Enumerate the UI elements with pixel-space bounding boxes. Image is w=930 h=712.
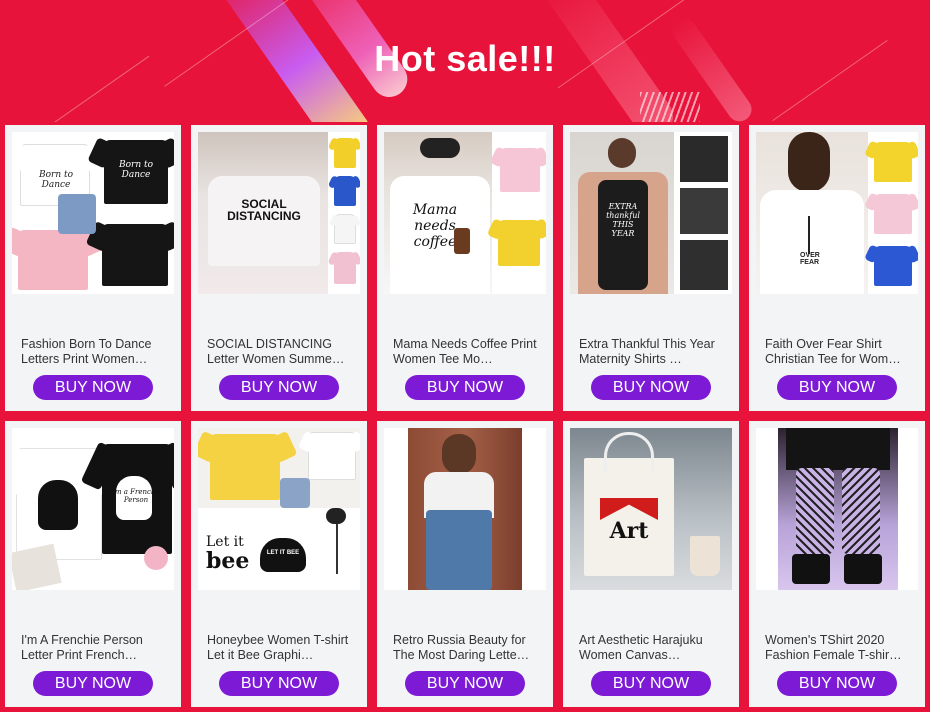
banner-title: Hot sale!!!	[374, 38, 556, 79]
product-image[interactable]: EXTRA thankful THIS YEAR	[570, 132, 732, 294]
tshirt-yellow	[874, 142, 912, 182]
bee-icon	[326, 508, 346, 524]
boot	[844, 554, 882, 584]
tshirt-print: Born to Dance	[38, 170, 74, 190]
buy-now-button[interactable]: BUY NOW	[591, 671, 711, 696]
product-image[interactable]: OVER FEAR	[756, 132, 918, 294]
tshirt-pink	[18, 230, 88, 290]
model-thumb	[680, 240, 728, 290]
product-card[interactable]: SOCIAL DISTANCING SOCIAL DISTANCING Lett…	[191, 125, 367, 411]
product-card[interactable]: EXTRA thankful THIS YEAR Extra Thankful …	[563, 125, 739, 411]
buy-now-button[interactable]: BUY NOW	[591, 375, 711, 400]
coffee-cup	[454, 228, 470, 254]
buy-now-button[interactable]: BUY NOW	[219, 671, 339, 696]
bee-print-text: LET IT BEE	[266, 550, 300, 556]
product-title[interactable]: Mama Needs Coffee Print Women Tee Mo…	[393, 337, 539, 367]
model-hair	[442, 434, 476, 474]
product-title[interactable]: Extra Thankful This Year Maternity Shirt…	[579, 337, 725, 367]
tshirt-print: I'm a Frenchie Person	[110, 488, 162, 504]
product-card[interactable]: I'm a Frenchie Person I'm A Frenchie Per…	[5, 421, 181, 707]
jeans	[58, 194, 96, 234]
bag-print: Art	[609, 518, 649, 544]
buy-now-button[interactable]: BUY NOW	[777, 671, 897, 696]
tshirt-white	[308, 432, 356, 480]
product-title[interactable]: Honeybee Women T-shirt Let it Bee Graphi…	[207, 633, 353, 663]
tshirt-pink	[500, 148, 540, 192]
hot-sale-banner: Hot sale!!!	[0, 0, 930, 122]
tshirt-blue	[874, 246, 912, 286]
product-title[interactable]: Women's TShirt 2020 Fashion Female T-shi…	[765, 633, 911, 663]
product-card[interactable]: OVER FEAR Faith Over Fear Shirt Christia…	[749, 125, 925, 411]
tshirt-black	[102, 224, 168, 286]
product-title[interactable]: Art Aesthetic Harajuku Women Canvas…	[579, 633, 725, 663]
model-head	[608, 138, 636, 168]
product-card[interactable]: Mama needs coffee Mama Needs Coffee Prin…	[377, 125, 553, 411]
magazine	[12, 543, 62, 590]
tshirt-print: Born to Dance	[118, 160, 154, 180]
product-image[interactable]: Born to Dance Born to Dance	[12, 132, 174, 294]
tshirt-white	[760, 190, 864, 294]
product-image[interactable]: Mama needs coffee	[384, 132, 546, 294]
decoration	[144, 546, 168, 570]
buy-now-button[interactable]: BUY NOW	[405, 375, 525, 400]
product-title[interactable]: I'm A Frenchie Person Letter Print Frenc…	[21, 633, 167, 663]
product-image[interactable]	[756, 428, 918, 590]
iced-coffee	[690, 536, 720, 576]
model-hair	[788, 132, 830, 192]
sunglasses	[420, 138, 460, 158]
buy-now-button[interactable]: BUY NOW	[405, 671, 525, 696]
fishnet-leg	[796, 468, 834, 554]
product-card[interactable]: Retro Russia Beauty for The Most Daring …	[377, 421, 553, 707]
bag-handle	[604, 432, 654, 472]
denim-overalls	[426, 510, 492, 590]
buy-now-button[interactable]: BUY NOW	[777, 375, 897, 400]
product-image[interactable]: I'm a Frenchie Person	[12, 428, 174, 590]
product-image[interactable]: Let it bee LET IT BEE	[198, 428, 360, 590]
product-card[interactable]: Art Art Aesthetic Harajuku Women Canvas……	[563, 421, 739, 707]
print-bee: bee	[206, 548, 250, 574]
product-grid: Born to Dance Born to Dance Fashion Born…	[5, 125, 925, 707]
product-title[interactable]: SOCIAL DISTANCING Letter Women Summe…	[207, 337, 353, 367]
product-image[interactable]: SOCIAL DISTANCING	[198, 132, 360, 294]
tshirt-yellow	[210, 434, 280, 500]
banner-hatch	[640, 92, 700, 122]
buy-now-button[interactable]: BUY NOW	[33, 671, 153, 696]
product-card[interactable]: Born to Dance Born to Dance Fashion Born…	[5, 125, 181, 411]
product-image[interactable]	[384, 428, 546, 590]
product-card[interactable]: Let it bee LET IT BEE Honeybee Women T-s…	[191, 421, 367, 707]
tshirt-yellow	[334, 138, 356, 168]
buy-now-button[interactable]: BUY NOW	[219, 375, 339, 400]
product-title[interactable]: Faith Over Fear Shirt Christian Tee for …	[765, 337, 911, 367]
tshirt-yellow	[498, 220, 540, 266]
product-card[interactable]: Women's TShirt 2020 Fashion Female T-shi…	[749, 421, 925, 707]
fishnet-leg	[842, 468, 880, 554]
tshirt-pink	[874, 194, 912, 234]
boot	[792, 554, 830, 584]
cross-print	[808, 216, 810, 254]
tshirt-print: SOCIAL DISTANCING	[227, 197, 301, 223]
product-image[interactable]: Art	[570, 428, 732, 590]
canvas-bag	[584, 458, 674, 576]
tshirt-blue	[334, 176, 356, 206]
tshirt-black	[786, 428, 890, 470]
jeans	[280, 478, 310, 508]
tshirt-pink	[334, 252, 356, 284]
tshirt-print: EXTRA thankful THIS YEAR	[606, 202, 640, 238]
product-title[interactable]: Retro Russia Beauty for The Most Daring …	[393, 633, 539, 663]
tshirt-white	[334, 214, 356, 244]
buy-now-button[interactable]: BUY NOW	[33, 375, 153, 400]
frenchie-print	[38, 480, 78, 530]
product-title[interactable]: Fashion Born To Dance Letters Print Wome…	[21, 337, 167, 367]
tshirt-print: OVER FEAR	[800, 252, 820, 266]
model-thumb	[680, 136, 728, 182]
model-thumb	[680, 188, 728, 234]
